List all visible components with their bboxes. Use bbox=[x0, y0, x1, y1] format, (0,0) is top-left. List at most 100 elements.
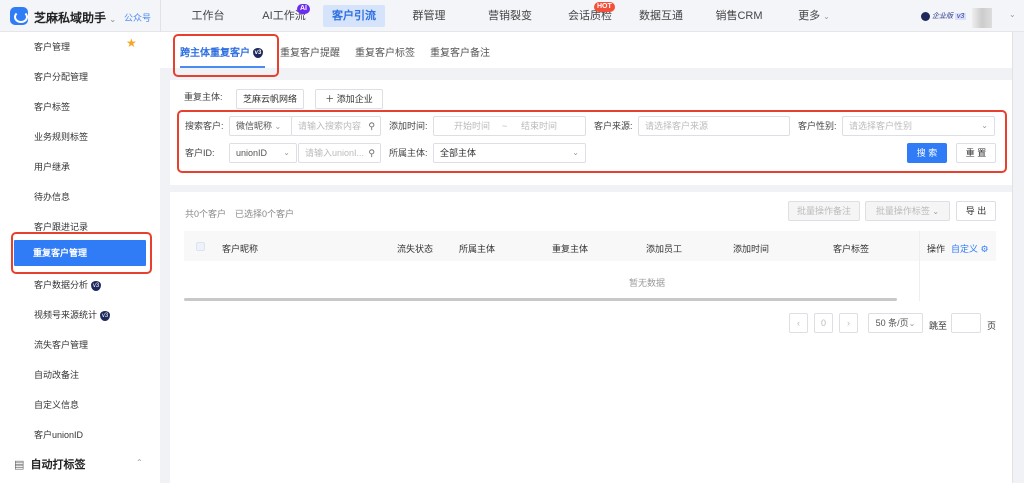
app-name-text: 芝麻私域助手 bbox=[34, 11, 107, 25]
nav-more[interactable]: 更多 ⌄ bbox=[796, 0, 832, 32]
time-label: 添加时间: bbox=[389, 121, 428, 131]
prev-page-button[interactable]: ‹ bbox=[789, 313, 808, 333]
sidebar-item[interactable]: 自动改备注 bbox=[34, 368, 79, 381]
page-unit-label: 页 bbox=[987, 321, 997, 331]
account-type-link[interactable]: 公众号 bbox=[124, 11, 151, 24]
nav-sales-crm[interactable]: 销售CRM bbox=[714, 0, 764, 32]
date-range-input[interactable]: 开始时间 ~ 结束时间 bbox=[433, 116, 586, 136]
col-action: 操作 bbox=[927, 244, 946, 254]
chevron-down-icon: ⌄ bbox=[109, 15, 117, 24]
sidebar-item[interactable]: 视频号来源统计 v3 bbox=[34, 308, 111, 321]
sidebar-item[interactable]: 客户数据分析 v3 bbox=[34, 278, 102, 291]
sidebar-item[interactable]: 业务规则标签 bbox=[34, 130, 88, 143]
tab-tags[interactable]: 重复客户标签 bbox=[355, 44, 415, 59]
search-icon: ⚲ bbox=[368, 121, 375, 131]
search-label: 搜索客户: bbox=[185, 121, 224, 131]
sidebar-item[interactable]: 客户标签 bbox=[34, 100, 70, 113]
range-sep: ~ bbox=[502, 121, 508, 131]
reset-button[interactable]: 重 置 bbox=[956, 143, 996, 163]
sidebar-item[interactable]: 自定义信息 bbox=[34, 398, 79, 411]
batch-remark-button[interactable]: 批量操作备注 bbox=[788, 201, 860, 221]
source-label: 客户来源: bbox=[594, 121, 633, 131]
empty-text: 暂无数据 bbox=[629, 278, 666, 288]
value: unionID bbox=[236, 148, 268, 158]
fixed-column-divider bbox=[919, 231, 920, 301]
search-input[interactable]: 请输入搜索内容 ⚲ bbox=[291, 116, 381, 136]
hot-badge: HOT bbox=[594, 2, 615, 12]
star-icon[interactable]: ★ bbox=[126, 36, 137, 50]
search-icon: ⚲ bbox=[368, 148, 375, 158]
search-button[interactable]: 搜 索 bbox=[907, 143, 947, 163]
id-type-select[interactable]: unionID ⌄ bbox=[229, 143, 297, 163]
sidebar-item-customer-management[interactable]: 客户管理 bbox=[34, 40, 70, 53]
chevron-up-icon[interactable]: ⌃ bbox=[136, 458, 143, 467]
nav-label: 更多 bbox=[798, 10, 821, 22]
tab-reminder[interactable]: 重复客户提醒 bbox=[280, 44, 340, 59]
tab-remarks[interactable]: 重复客户备注 bbox=[430, 44, 490, 59]
sidebar-item[interactable]: 客户分配管理 bbox=[34, 70, 88, 83]
dup-subject-label: 重复主体: bbox=[184, 92, 223, 102]
add-company-button[interactable]: ＋ 添加企业 bbox=[315, 89, 383, 109]
nav-marketing-fission[interactable]: 营销裂变 bbox=[480, 0, 540, 32]
gender-select[interactable]: 请选择客户性别 ⌄ bbox=[842, 116, 995, 136]
label: 视频号来源统计 bbox=[34, 310, 98, 320]
sidebar-item[interactable]: 待办信息 bbox=[34, 190, 70, 203]
sidebar-item[interactable]: 流失客户管理 bbox=[34, 338, 88, 351]
sidebar-item[interactable]: 用户继承 bbox=[34, 160, 70, 173]
col-subject: 所属主体 bbox=[459, 244, 496, 254]
edition-icon bbox=[921, 11, 930, 21]
start-placeholder: 开始时间 bbox=[454, 121, 491, 131]
col-churn-status: 流失状态 bbox=[397, 244, 434, 254]
search-type-select[interactable]: 微信昵称 ⌄ bbox=[229, 116, 292, 136]
gear-icon: ⚙ bbox=[980, 244, 989, 254]
page-number[interactable]: 0 bbox=[814, 313, 833, 333]
source-select[interactable]: 请选择客户来源 bbox=[638, 116, 790, 136]
end-placeholder: 结束时间 bbox=[521, 121, 558, 131]
nav-ai-workflow[interactable]: AI工作流 AI bbox=[252, 0, 316, 32]
jump-label: 跳至 bbox=[929, 321, 948, 331]
jump-page-input[interactable] bbox=[951, 313, 981, 333]
subject-chip[interactable]: 芝麻云帆网络 bbox=[236, 89, 304, 109]
app-name[interactable]: 芝麻私域助手 ⌄ bbox=[34, 9, 116, 26]
customize-columns-link[interactable]: 自定义 ⚙ bbox=[951, 242, 989, 255]
chevron-down-icon[interactable]: ⌄ bbox=[1009, 10, 1016, 19]
highlight-box bbox=[173, 34, 279, 77]
page-size-select[interactable]: 50 条/页⌄ bbox=[868, 313, 923, 333]
label: 自动打标签 bbox=[30, 459, 86, 471]
next-page-button[interactable]: › bbox=[839, 313, 858, 333]
chevron-down-icon: ⌄ bbox=[823, 12, 830, 21]
selected-count: 已选择0个客户 bbox=[235, 209, 295, 219]
col-nickname: 客户昵称 bbox=[222, 244, 259, 254]
owner-select[interactable]: 全部主体 ⌄ bbox=[433, 143, 586, 163]
batch-tag-button[interactable]: 批量操作标签 ⌄ bbox=[865, 201, 950, 221]
edition-text: 企业版 bbox=[931, 13, 953, 20]
sidebar-item[interactable]: 客户unionID bbox=[34, 428, 83, 441]
nav-group-management[interactable]: 群管理 bbox=[404, 0, 454, 32]
value: 50 条/页 bbox=[875, 318, 909, 328]
avatar[interactable] bbox=[972, 8, 992, 28]
unionid-input[interactable]: 请输入unionI... ⚲ bbox=[298, 143, 381, 163]
label: 客户数据分析 bbox=[34, 280, 89, 290]
tab-bar: 跨主体重复客户 v3 重复客户提醒 重复客户标签 重复客户备注 bbox=[160, 32, 1012, 68]
table-header bbox=[184, 231, 996, 261]
horizontal-scrollbar[interactable] bbox=[184, 298, 897, 301]
label: 批量操作标签 bbox=[875, 206, 930, 216]
sidebar-item-duplicate-customers[interactable]: 重复客户管理 bbox=[14, 240, 146, 266]
nav-workbench[interactable]: 工作台 bbox=[183, 0, 233, 32]
placeholder: 请输入搜索内容 bbox=[298, 121, 362, 131]
nav-session-inspection[interactable]: 会话质检 HOT bbox=[560, 0, 620, 32]
select-all-checkbox[interactable] bbox=[196, 242, 205, 251]
export-button[interactable]: 导 出 bbox=[956, 201, 996, 221]
version-tag: v3 bbox=[954, 13, 967, 20]
sidebar-section-auto-tag[interactable]: ▤ 自动打标签 bbox=[14, 456, 86, 472]
vip-icon: v3 bbox=[91, 280, 102, 291]
chevron-down-icon: ⌄ bbox=[283, 148, 290, 157]
vertical-scrollbar[interactable] bbox=[1012, 32, 1024, 483]
nav-data-interop[interactable]: 数据互通 bbox=[636, 0, 686, 32]
placeholder: 请输入unionI... bbox=[305, 148, 365, 158]
value: 微信昵称 bbox=[236, 121, 273, 131]
col-add-time: 添加时间 bbox=[733, 244, 770, 254]
nav-customer-acquisition[interactable]: 客户引流 bbox=[323, 5, 385, 27]
value: 全部主体 bbox=[440, 148, 477, 158]
total-count: 共0个客户 bbox=[185, 209, 227, 219]
